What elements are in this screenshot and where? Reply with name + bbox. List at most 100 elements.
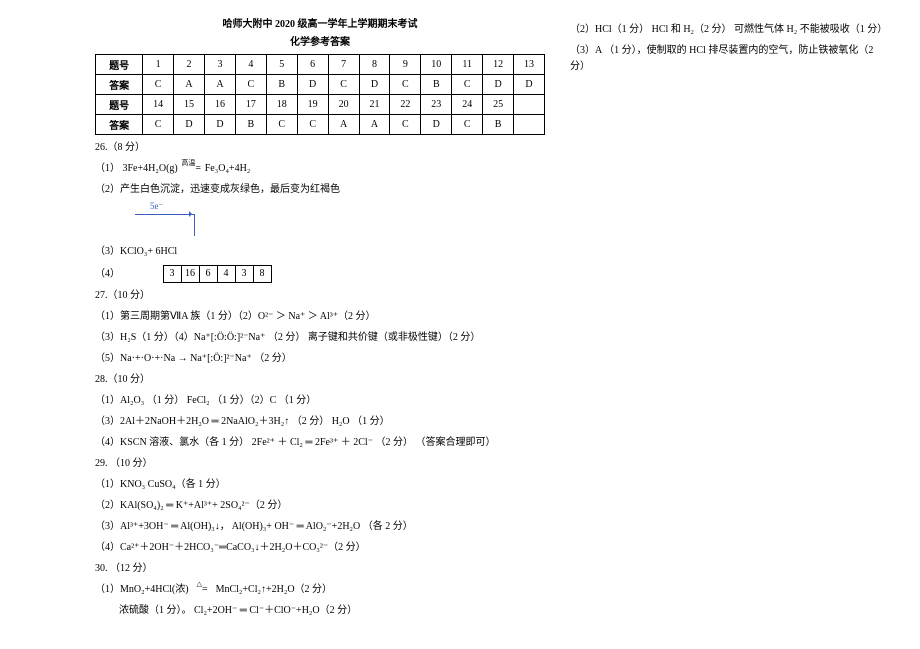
cell: A — [328, 115, 359, 135]
cell: B — [421, 75, 452, 95]
cell: C — [143, 115, 174, 135]
electron-count-label: 5e⁻ — [150, 201, 600, 212]
cell: D — [174, 115, 205, 135]
q30-p1-rhs: MnCl₂+Cl₂↑+2H₂O（2 分） — [216, 584, 332, 595]
cell: 12 — [483, 55, 514, 75]
cell: A — [174, 75, 205, 95]
q29-p3: （3）Al³⁺+3OH⁻ ═ Al(OH)₃↓， Al(OH)₃+ OH⁻ ═ … — [95, 519, 545, 535]
box-cell: 8 — [253, 266, 271, 283]
cell: 5 — [266, 55, 297, 75]
q29-p1: （1）KNO₃ CuSO₄（各 1 分） — [95, 477, 545, 493]
q27-p3: （3）H₂S（1 分）（4）Na⁺[:Ö:Ö:]²⁻Na⁺ （2 分） 离子键和… — [95, 330, 545, 346]
cell: 3 — [204, 55, 235, 75]
cell: 15 — [174, 95, 205, 115]
cell: D — [204, 115, 235, 135]
condition-label: 高温 — [181, 159, 195, 167]
cell: D — [514, 75, 545, 95]
box-cell: 16 — [181, 266, 199, 283]
cell: 18 — [266, 95, 297, 115]
coefficient-boxes: 3 16 6 4 3 8 — [163, 265, 272, 283]
cell: C — [328, 75, 359, 95]
left-column: 哈师大附中 2020 级高一学年上学期期末考试 化学参考答案 题号 1 2 3 … — [95, 15, 545, 624]
q30-p1-lhs: （1）MnO₂+4HCl(浓) — [95, 584, 189, 595]
q27-p1: （1）第三周期第ⅦA 族（1 分）（2）O²⁻ ＞ Na⁺ ＞ Al³⁺（2 分… — [95, 309, 545, 325]
cell: 4 — [235, 55, 266, 75]
q27-header: 27.（10 分） — [95, 288, 545, 304]
cell: 23 — [421, 95, 452, 115]
q26-p1-pre: （1） — [95, 163, 120, 174]
cell: 13 — [514, 55, 545, 75]
q29-header: 29. （10 分） — [95, 456, 545, 472]
cell: 11 — [452, 55, 483, 75]
q27-p5: （5）Na·+·O·+·Na → Na⁺[:Ö:]²⁻Na⁺ （2 分） — [95, 351, 545, 367]
cell: B — [483, 115, 514, 135]
q26-header: 26.（8 分） — [95, 140, 545, 156]
q26-p1-lhs: 3Fe+4H₂O(g) — [123, 163, 178, 174]
cell: A — [359, 115, 390, 135]
cell: C — [452, 115, 483, 135]
cell: 21 — [359, 95, 390, 115]
q26-p1-rhs: Fe₃O₄+4H₂ — [205, 163, 251, 174]
cell: 9 — [390, 55, 421, 75]
q26-p3: （3）KClO₃+ 6HCl — [95, 244, 545, 260]
q26-p4-label: （4） — [95, 268, 120, 279]
cell — [514, 115, 545, 135]
box-cell: 4 — [217, 266, 235, 283]
cell: 19 — [297, 95, 328, 115]
q30-p1c: 浓硫酸（1 分）。 Cl₂+2OH⁻ ═ Cl⁻＋ClO⁻+H₂O（2 分） — [95, 603, 545, 619]
cell: B — [266, 75, 297, 95]
cell: C — [143, 75, 174, 95]
cell: 14 — [143, 95, 174, 115]
condition-label: △ — [197, 580, 202, 588]
cell: D — [483, 75, 514, 95]
row-header: 题号 — [96, 95, 143, 115]
cell: C — [452, 75, 483, 95]
cell: 10 — [421, 55, 452, 75]
cell: 20 — [328, 95, 359, 115]
cell: C — [390, 75, 421, 95]
q30-header: 30. （12 分） — [95, 561, 545, 577]
q26-p1: （1） 3Fe+4H₂O(g) 高温 Fe₃O₄+4H₂ — [95, 161, 545, 177]
reaction-arrow-icon: 高温 — [180, 161, 202, 177]
cell: 6 — [297, 55, 328, 75]
cell: 1 — [143, 55, 174, 75]
table-row: 题号 14 15 16 17 18 19 20 21 22 23 24 25 — [96, 95, 545, 115]
cell: C — [266, 115, 297, 135]
arrow-icon — [135, 214, 195, 236]
table-row: 题号 1 2 3 4 5 6 7 8 9 10 11 12 13 — [96, 55, 545, 75]
right-p2: （2）HCl（1 分） HCl 和 H₂（2 分） 可燃性气体 H₂ 不能被吸收… — [570, 22, 890, 38]
row-header: 题号 — [96, 55, 143, 75]
right-p3: （3）A （1 分），使制取的 HCl 排尽装置内的空气，防止铁被氧化（2 分） — [570, 43, 890, 75]
q30-p1: （1）MnO₂+4HCl(浓) △ MnCl₂+Cl₂↑+2H₂O（2 分） — [95, 582, 545, 598]
q26-p4: （4） 3 16 6 4 3 8 — [95, 265, 545, 283]
reaction-arrow-icon: △ — [191, 582, 213, 598]
cell: C — [297, 115, 328, 135]
cell: D — [359, 75, 390, 95]
cell: 7 — [328, 55, 359, 75]
electron-transfer-diagram: 5e⁻ — [95, 203, 545, 239]
q29-p2: （2）KAl(SO₄)₂ ═ K⁺+Al³⁺+ 2SO₄²⁻（2 分） — [95, 498, 545, 514]
box-cell: 3 — [163, 266, 181, 283]
box-cell: 6 — [199, 266, 217, 283]
cell: D — [297, 75, 328, 95]
cell: 16 — [204, 95, 235, 115]
q28-p3: （3）2Al＋2NaOH＋2H₂O ═ 2NaAlO₂＋3H₂↑ （2 分） H… — [95, 414, 545, 430]
q28-p1: （1）Al₂O₃ （1 分） FeCl₂ （1 分）（2）C （1 分） — [95, 393, 545, 409]
cell: 24 — [452, 95, 483, 115]
cell: B — [235, 115, 266, 135]
cell: C — [390, 115, 421, 135]
right-column: （2）HCl（1 分） HCl 和 H₂（2 分） 可燃性气体 H₂ 不能被吸收… — [570, 17, 890, 80]
cell: 22 — [390, 95, 421, 115]
row-header: 答案 — [96, 115, 143, 135]
row-header: 答案 — [96, 75, 143, 95]
answer-table: 题号 1 2 3 4 5 6 7 8 9 10 11 12 13 答案 C A … — [95, 54, 545, 135]
q29-p4: （4）Ca²⁺＋2OH⁻＋2HCO₃⁻═CaCO₃↓＋2H₂O＋CO₃²⁻（2 … — [95, 540, 545, 556]
q28-p4: （4）KSCN 溶液、氯水（各 1 分） 2Fe²⁺ ＋ Cl₂ ═ 2Fe³⁺… — [95, 435, 545, 451]
table-row: 答案 C A A C B D C D C B C D D — [96, 75, 545, 95]
cell: 8 — [359, 55, 390, 75]
cell: D — [421, 115, 452, 135]
cell: C — [235, 75, 266, 95]
table-row: 答案 C D D B C C A A C D C B — [96, 115, 545, 135]
cell: 25 — [483, 95, 514, 115]
doc-title: 哈师大附中 2020 级高一学年上学期期末考试 — [95, 15, 545, 30]
